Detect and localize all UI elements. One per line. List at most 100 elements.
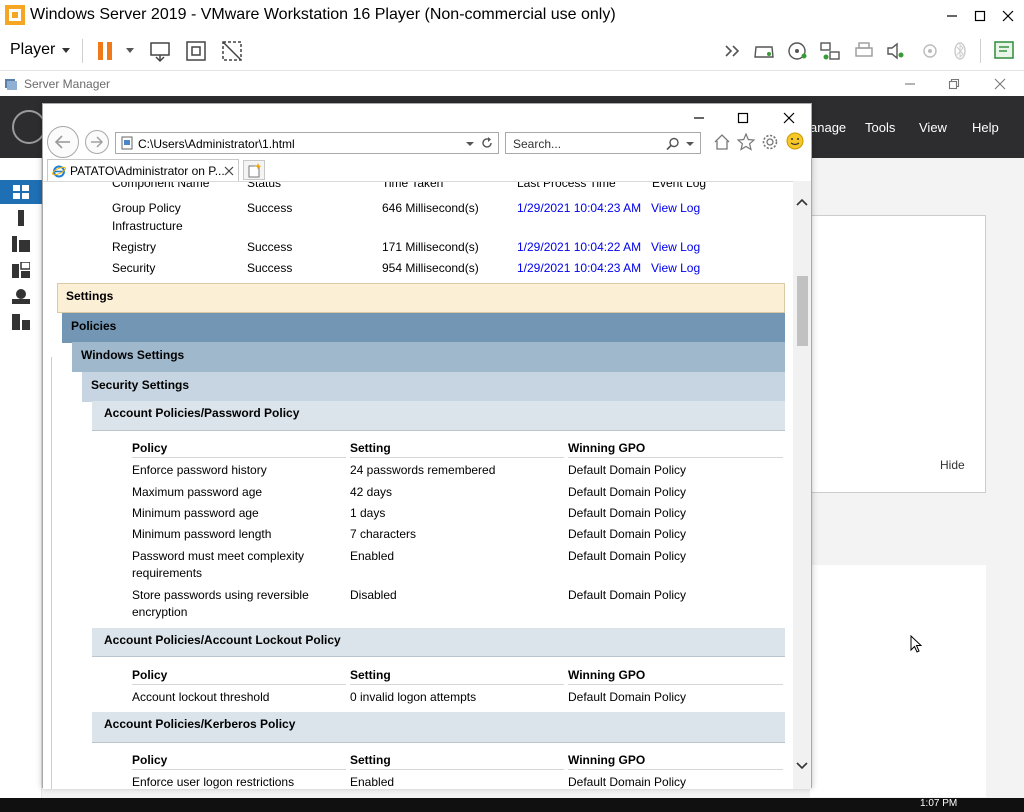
- vmware-title-bar: Windows Server 2019 - VMware Workstation…: [0, 0, 1024, 31]
- scroll-down-icon[interactable]: [796, 761, 808, 771]
- header-divider: [350, 457, 564, 458]
- view-log-link[interactable]: View Log: [651, 240, 700, 254]
- search-icon[interactable]: [666, 137, 680, 151]
- section-windows-settings[interactable]: Windows Settings: [72, 342, 785, 372]
- send-ctrl-alt-del-icon[interactable]: [148, 39, 172, 63]
- column-header-setting: Setting: [350, 668, 391, 682]
- address-bar[interactable]: C:\Users\Administrator\1.html: [115, 132, 499, 154]
- section-settings[interactable]: Settings: [57, 283, 785, 313]
- minimize-icon: [694, 117, 704, 119]
- new-tab-button[interactable]: [243, 160, 265, 180]
- back-button[interactable]: [12, 110, 46, 144]
- column-header: Time Taken: [382, 181, 444, 190]
- component-status: Success: [247, 201, 293, 215]
- policy-name: Account lockout threshold: [132, 690, 270, 704]
- feedback-smiley-icon[interactable]: [786, 132, 804, 150]
- sidebar-item-file-storage[interactable]: [0, 258, 42, 282]
- gear-icon[interactable]: [761, 133, 779, 151]
- section-policies[interactable]: Policies: [62, 313, 785, 343]
- cd-drive-icon[interactable]: [786, 39, 810, 63]
- player-menu[interactable]: Player: [10, 41, 55, 59]
- ie-back-button[interactable]: [47, 126, 79, 158]
- policy-gpo: Default Domain Policy: [568, 775, 687, 789]
- component-last-process-time: 1/29/2021 10:04:23 AM: [517, 201, 642, 215]
- ie-forward-button[interactable]: [85, 130, 109, 154]
- vmware-window-title: Windows Server 2019 - VMware Workstation…: [30, 6, 616, 23]
- menu-tools[interactable]: Tools: [865, 120, 895, 135]
- menu-help[interactable]: Help: [972, 120, 999, 135]
- ie-close-button[interactable]: [769, 107, 809, 129]
- minimize-icon: [947, 14, 957, 17]
- arrow-right-icon: [91, 136, 103, 148]
- column-header-policy: Policy: [132, 668, 168, 682]
- sidebar-item-local-server[interactable]: [0, 206, 42, 230]
- sidebar-item-iis[interactable]: [0, 284, 42, 308]
- chevron-down-icon[interactable]: [686, 142, 694, 146]
- policy-gpo: Default Domain Policy: [568, 549, 687, 563]
- column-header: Component Name: [112, 181, 210, 190]
- policy-setting: 1 days: [350, 506, 386, 520]
- sidebar-item-remote-access[interactable]: [0, 310, 42, 334]
- vertical-scrollbar[interactable]: [793, 181, 811, 789]
- view-log-link[interactable]: View Log: [651, 201, 700, 215]
- menu-manage[interactable]: anage: [810, 120, 846, 135]
- chevron-down-icon[interactable]: [62, 48, 70, 53]
- vmware-close-button[interactable]: [992, 0, 1024, 31]
- policy-name: Minimum password age: [132, 506, 259, 520]
- header-divider: [350, 769, 564, 770]
- component-name: Group Policy: [112, 201, 181, 215]
- ie-maximize-button[interactable]: [723, 107, 763, 129]
- close-tab-icon[interactable]: [224, 166, 234, 176]
- section-title: Security Settings: [91, 378, 190, 392]
- section-title: Windows Settings: [81, 348, 185, 362]
- page-icon: [121, 136, 133, 150]
- section-kerberos-policy[interactable]: Account Policies/Kerberos Policy: [92, 712, 785, 743]
- policy-gpo: Default Domain Policy: [568, 485, 687, 499]
- sidebar-item-dashboard[interactable]: [0, 180, 42, 204]
- sm-restore-button[interactable]: [938, 68, 970, 99]
- menu-view[interactable]: View: [919, 120, 947, 135]
- column-header-setting: Setting: [350, 753, 391, 767]
- unity-icon[interactable]: [220, 39, 244, 63]
- sm-minimize-button[interactable]: [894, 68, 926, 99]
- local-server-icon: [18, 210, 24, 226]
- section-security-settings[interactable]: Security Settings: [82, 372, 785, 402]
- network-adapter-icon[interactable]: [818, 39, 842, 63]
- fullscreen-icon[interactable]: [184, 39, 208, 63]
- mouse-cursor-icon: [910, 635, 922, 653]
- column-header-policy: Policy: [132, 441, 168, 455]
- section-account-lockout-policy[interactable]: Account Policies/Account Lockout Policy: [92, 628, 785, 657]
- pause-icon[interactable]: [94, 39, 118, 63]
- hard-disk-icon[interactable]: [752, 39, 776, 63]
- printer-icon[interactable]: [852, 39, 876, 63]
- bluetooth-icon[interactable]: [948, 39, 972, 63]
- forward-icon[interactable]: [722, 39, 746, 63]
- sidebar-item-all-servers[interactable]: [0, 232, 42, 256]
- scroll-up-icon[interactable]: [796, 197, 808, 207]
- search-input[interactable]: Search...: [505, 132, 701, 154]
- message-log-icon[interactable]: [992, 39, 1016, 63]
- ie-minimize-button[interactable]: [679, 107, 719, 129]
- chevron-down-icon[interactable]: [126, 48, 134, 53]
- usb-icon[interactable]: [918, 39, 942, 63]
- favorites-star-icon[interactable]: [737, 133, 755, 151]
- section-password-policy[interactable]: Account Policies/Password Policy: [92, 401, 785, 431]
- view-log-link[interactable]: View Log: [651, 261, 700, 275]
- refresh-icon[interactable]: [480, 136, 494, 150]
- sound-icon[interactable]: [884, 39, 908, 63]
- chevron-down-icon[interactable]: [466, 142, 474, 146]
- scrollbar-thumb[interactable]: [797, 276, 808, 346]
- taskbar-clock: 1:07 PM: [920, 798, 958, 809]
- sm-close-button[interactable]: [984, 68, 1016, 99]
- policy-setting: 42 days: [350, 485, 393, 499]
- tab-report[interactable]: PATATO\Administrator on P...: [47, 159, 239, 181]
- arrow-left-icon: [54, 135, 70, 149]
- component-last-process-time: 1/29/2021 10:04:22 AM: [517, 240, 642, 254]
- home-icon[interactable]: [713, 133, 731, 151]
- vmware-logo-icon: [5, 5, 25, 25]
- header-divider: [132, 684, 346, 685]
- hide-link[interactable]: Hide: [940, 458, 965, 472]
- column-header-setting: Setting: [350, 441, 391, 455]
- column-header-policy: Policy: [132, 753, 168, 767]
- vmware-toolbar: Player: [0, 31, 1024, 71]
